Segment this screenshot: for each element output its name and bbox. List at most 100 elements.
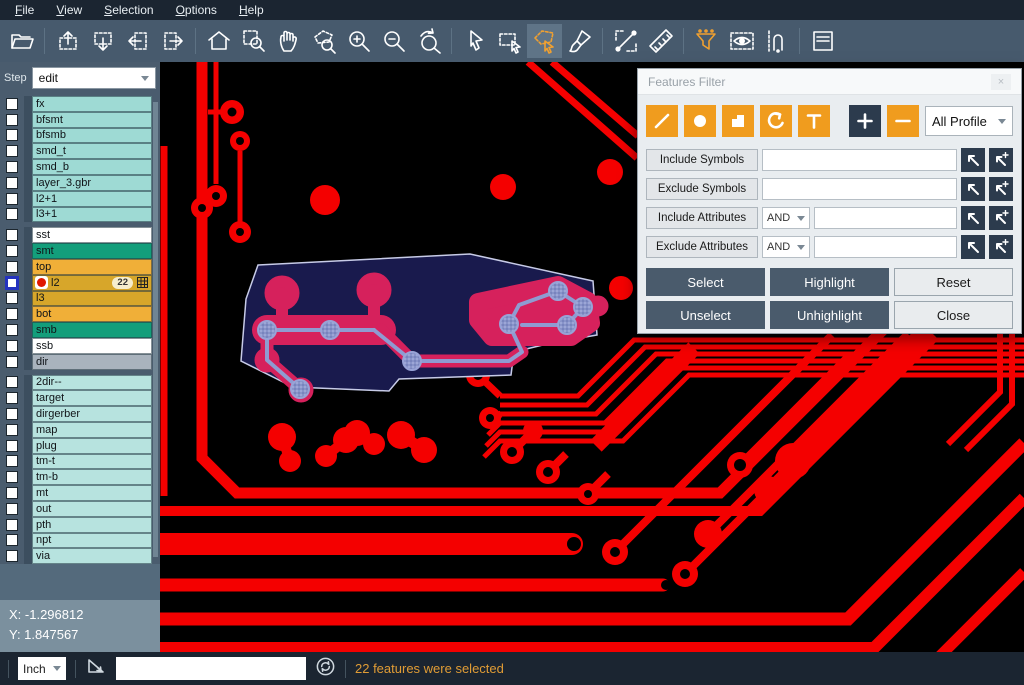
layer-name-cell[interactable]: top [32,259,152,275]
command-input[interactable] [116,657,306,680]
layer-visibility-checkbox[interactable] [6,424,18,436]
filter-arc-button[interactable] [760,105,792,137]
include-attributes-button[interactable]: Include Attributes [646,207,758,229]
pick-attribute-button[interactable] [961,206,985,230]
layer-row[interactable]: smb [0,322,152,338]
layer-name-cell[interactable]: fx [32,96,152,112]
layer-row[interactable]: smt [0,243,152,259]
highlight-button[interactable]: Highlight [770,268,889,296]
close-button[interactable]: Close [894,301,1013,329]
layer-row[interactable]: tm-b [0,469,152,485]
filter-surface-button[interactable] [722,105,754,137]
layer-name-cell[interactable]: sst [32,227,152,243]
pan-left-button[interactable] [120,24,155,58]
layer-name-cell[interactable]: smb [32,322,152,338]
layer-name-cell[interactable]: l3 [32,291,152,307]
pick-add-symbol-button[interactable] [989,177,1013,201]
layer-row[interactable]: npt [0,533,152,549]
filter-line-button[interactable] [646,105,678,137]
layer-row[interactable]: l3+1 [0,207,152,223]
layer-name-cell[interactable]: 2dir-- [32,375,152,391]
layer-name-cell[interactable]: ssb [32,338,152,354]
zoom-out-button[interactable] [376,24,411,58]
profile-select[interactable]: All Profile [925,106,1013,136]
pan-down-button[interactable] [85,24,120,58]
zoom-window-button[interactable] [236,24,271,58]
layer-visibility-checkbox[interactable] [6,145,18,157]
pick-add-attribute-button[interactable] [989,206,1013,230]
menu-item[interactable]: Options [165,0,228,20]
include-symbols-button[interactable]: Include Symbols [646,149,758,171]
layer-name-cell[interactable]: plug [32,438,152,454]
exclude-symbols-input[interactable] [762,178,957,200]
layer-row[interactable]: bfsmb [0,128,152,144]
layer-list-scrollbar[interactable] [153,102,158,557]
layer-row[interactable]: map [0,422,152,438]
layer-visibility-checkbox[interactable] [6,340,18,352]
layer-name-cell[interactable]: via [32,548,152,564]
layer-name-cell[interactable]: l3+1 [32,207,152,223]
layer-name-cell[interactable]: layer_3.gbr [32,175,152,191]
clear-brush-button[interactable] [562,24,597,58]
exclude-attributes-button[interactable]: Exclude Attributes [646,236,758,258]
layer-name-cell[interactable]: smt [32,243,152,259]
layer-visibility-checkbox[interactable] [6,324,18,336]
layer-row[interactable]: dirgerber [0,406,152,422]
zoom-in-button[interactable] [341,24,376,58]
layer-name-cell[interactable]: bfsmt [32,112,152,128]
layer-visibility-checkbox[interactable] [6,534,18,546]
layer-visibility-checkbox[interactable] [6,503,18,515]
measure-button[interactable] [608,24,643,58]
layer-row[interactable]: l3 [0,291,152,307]
unhighlight-button[interactable]: Unhighlight [770,301,889,329]
pan-right-button[interactable] [155,24,190,58]
include-symbols-input[interactable] [762,149,957,171]
dialog-title-bar[interactable]: Features Filter × [638,69,1021,95]
select-rectangle-button[interactable] [492,24,527,58]
features-filter-button[interactable] [689,24,724,58]
layer-row[interactable]: target [0,390,152,406]
layer-visibility-checkbox[interactable] [6,408,18,420]
layer-row[interactable]: layer_3.gbr [0,175,152,191]
select-button[interactable]: Select [646,268,765,296]
layer-row[interactable]: sst [0,227,152,243]
layer-visibility-checkbox[interactable] [6,376,18,388]
layer-row[interactable]: 2dir-- [0,375,152,391]
pick-add-symbol-button[interactable] [989,148,1013,172]
layer-row[interactable]: l2+1 [0,191,152,207]
layer-visibility-checkbox[interactable] [6,292,18,304]
layer-visibility-checkbox[interactable] [6,161,18,173]
menu-item[interactable]: Help [228,0,275,20]
layer-name-cell[interactable]: pth [32,517,152,533]
layer-visibility-checkbox[interactable] [6,392,18,404]
layer-row[interactable]: ssb [0,338,152,354]
layer-row[interactable]: smd_t [0,143,152,159]
step-select[interactable]: edit [32,67,156,89]
layer-name-cell[interactable]: l2+1 [32,191,152,207]
layer-row[interactable]: smd_b [0,159,152,175]
layer-row[interactable]: fx [0,96,152,112]
layer-name-cell[interactable]: bot [32,306,152,322]
zoom-home-button[interactable] [201,24,236,58]
reset-button[interactable]: Reset [894,268,1013,296]
layer-name-cell[interactable]: map [32,422,152,438]
layer-visibility-checkbox[interactable] [6,261,18,273]
filter-text-button[interactable] [798,105,830,137]
select-pointer-button[interactable] [457,24,492,58]
layer-visibility-checkbox[interactable] [6,98,18,110]
layer-visibility-checkbox[interactable] [6,519,18,531]
layer-row[interactable]: top [0,259,152,275]
pick-attribute-button[interactable] [961,235,985,259]
include-attributes-operator-select[interactable]: AND [762,207,810,229]
layer-name-cell[interactable]: smd_t [32,143,152,159]
layer-row[interactable]: bfsmt [0,112,152,128]
pick-symbol-button[interactable] [961,148,985,172]
angle-measure-button[interactable] [85,655,107,682]
zoom-previous-button[interactable] [411,24,446,58]
ruler-button[interactable] [643,24,678,58]
layer-visibility-checkbox[interactable] [6,245,18,257]
layer-name-cell[interactable]: target [32,390,152,406]
layer-name-cell[interactable]: tm-t [32,454,152,470]
layers-panel-button[interactable] [805,24,840,58]
layer-visibility-checkbox[interactable] [6,193,18,205]
